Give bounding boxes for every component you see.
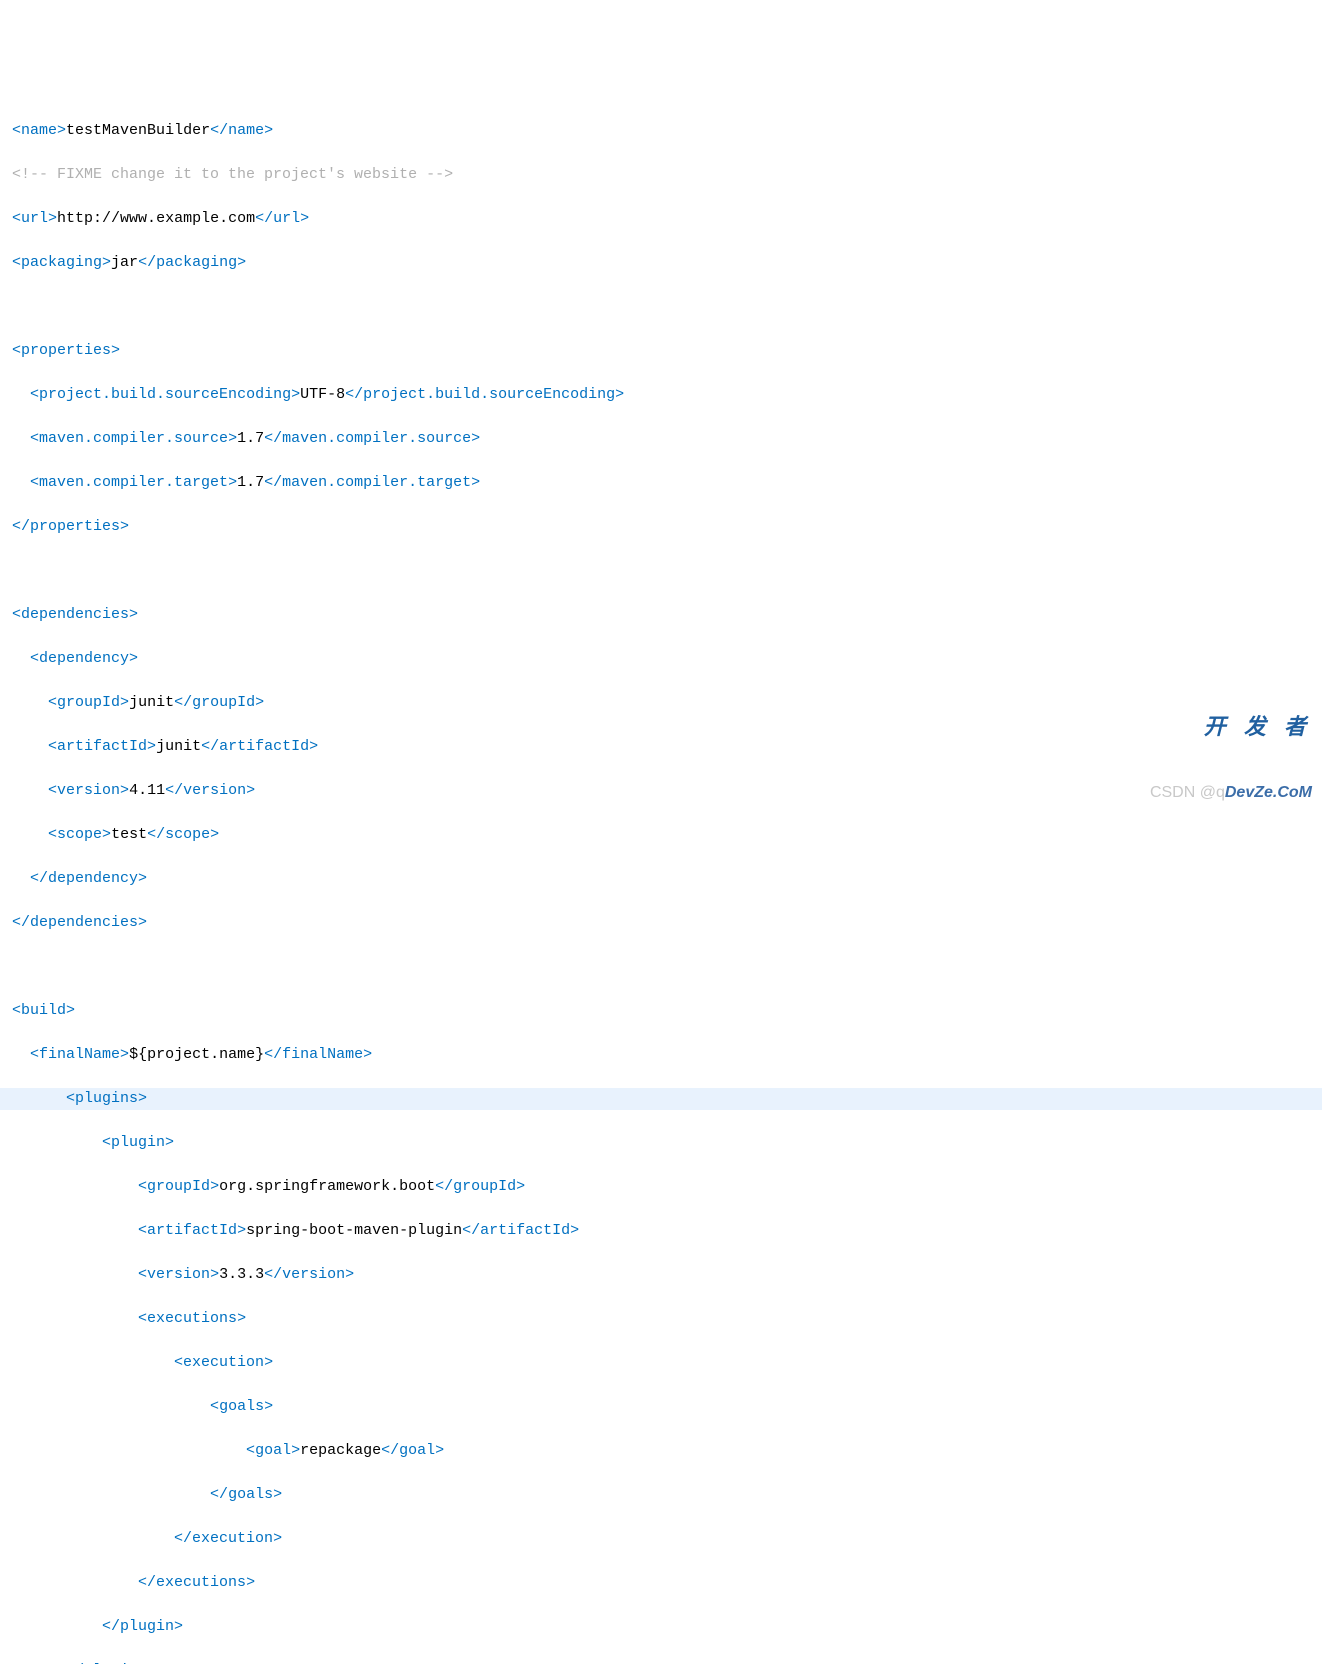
code-line: <version>3.3.3</version> bbox=[12, 1264, 1322, 1286]
code-line: <groupId>org.springframework.boot</group… bbox=[12, 1176, 1322, 1198]
code-line: <maven.compiler.target>1.7</maven.compil… bbox=[12, 472, 1322, 494]
code-line: <plugin> bbox=[12, 1132, 1322, 1154]
code-line-highlighted: <plugins> bbox=[0, 1088, 1322, 1110]
code-line: <dependency> bbox=[12, 648, 1322, 670]
code-line-comment: <!-- FIXME change it to the project's we… bbox=[12, 164, 1322, 186]
code-blank-line bbox=[12, 296, 1322, 318]
code-blank-line bbox=[12, 560, 1322, 582]
code-line: <execution> bbox=[12, 1352, 1322, 1374]
code-line: <maven.compiler.source>1.7</maven.compil… bbox=[12, 428, 1322, 450]
code-line: </executions> bbox=[12, 1572, 1322, 1594]
code-editor-content: <name>testMavenBuilder</name> <!-- FIXME… bbox=[0, 88, 1322, 1664]
code-line: </goals> bbox=[12, 1484, 1322, 1506]
code-line: </execution> bbox=[12, 1528, 1322, 1550]
code-line: </dependencies> bbox=[12, 912, 1322, 934]
code-line: <url>http://www.example.com</url> bbox=[12, 208, 1322, 230]
code-line: <name>testMavenBuilder</name> bbox=[12, 120, 1322, 142]
code-line: <properties> bbox=[12, 340, 1322, 362]
code-line: <dependencies> bbox=[12, 604, 1322, 626]
code-line: <build> bbox=[12, 1000, 1322, 1022]
code-line: <project.build.sourceEncoding>UTF-8</pro… bbox=[12, 384, 1322, 406]
code-line: </plugins> bbox=[12, 1660, 1322, 1664]
code-line: <artifactId>junit</artifactId> bbox=[12, 736, 1322, 758]
code-line: <groupId>junit</groupId> bbox=[12, 692, 1322, 714]
code-line: <packaging>jar</packaging> bbox=[12, 252, 1322, 274]
code-line: <goals> bbox=[12, 1396, 1322, 1418]
code-blank-line bbox=[12, 956, 1322, 978]
code-line: <goal>repackage</goal> bbox=[12, 1440, 1322, 1462]
code-line: </dependency> bbox=[12, 868, 1322, 890]
code-line: <finalName>${project.name}</finalName> bbox=[12, 1044, 1322, 1066]
code-line: <executions> bbox=[12, 1308, 1322, 1330]
code-line: <version>4.11</version> bbox=[12, 780, 1322, 802]
code-line: <artifactId>spring-boot-maven-plugin</ar… bbox=[12, 1220, 1322, 1242]
code-line: </plugin> bbox=[12, 1616, 1322, 1638]
code-line: <scope>test</scope> bbox=[12, 824, 1322, 846]
code-line: </properties> bbox=[12, 516, 1322, 538]
